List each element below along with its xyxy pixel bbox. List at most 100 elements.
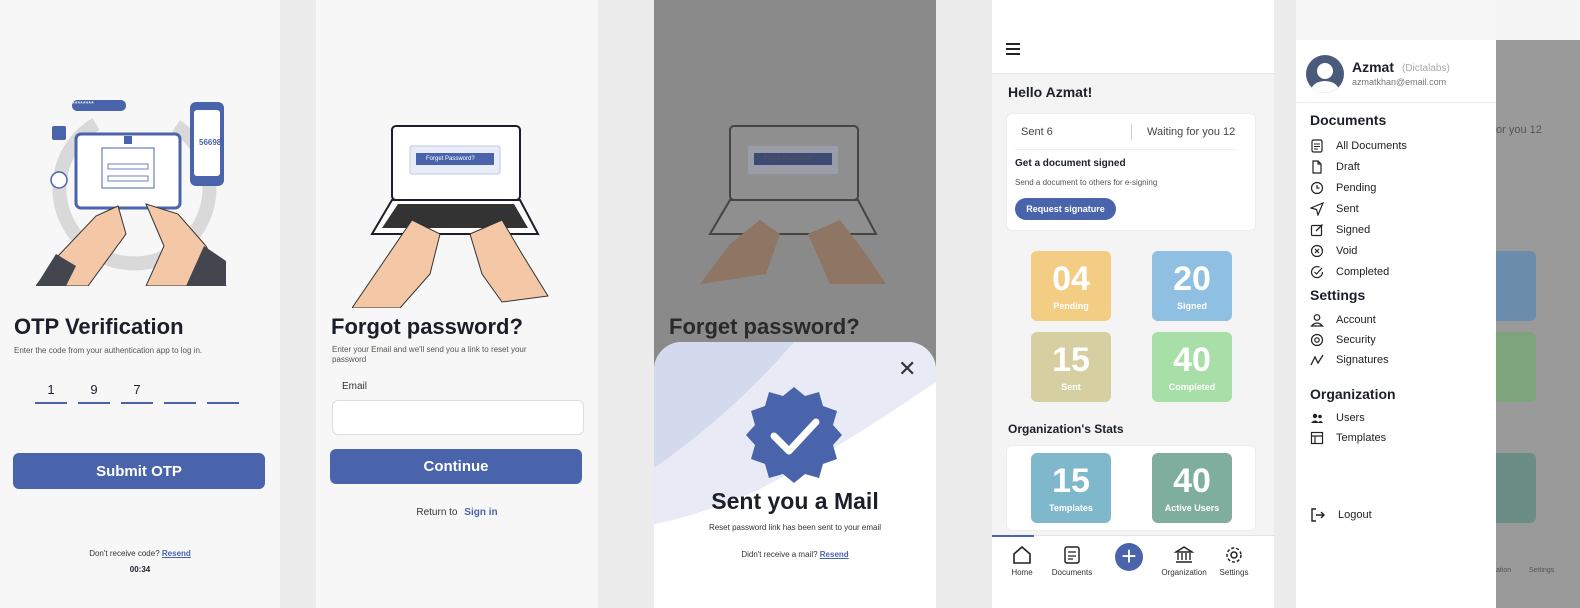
logout-label: Logout — [1338, 509, 1372, 521]
forgot-password-screen: Forget Password? Forgot password? Enter … — [316, 0, 598, 608]
nav-organization[interactable]: Organization — [1156, 545, 1212, 577]
resend-link[interactable]: Resend — [820, 550, 849, 559]
document-icon — [1064, 546, 1080, 564]
otp-digit-2[interactable]: 9 — [78, 380, 110, 404]
email-label: Email — [342, 381, 368, 392]
logout-button[interactable]: Logout — [1310, 507, 1372, 523]
user-org: (Dictalabs) — [1402, 63, 1450, 74]
stat-divider — [1131, 124, 1132, 140]
return-row: Return to Sign in — [316, 507, 598, 518]
drawer-item-users[interactable]: Users — [1310, 410, 1365, 426]
tile-label: Signed — [1176, 301, 1207, 311]
submit-otp-button[interactable]: Submit OTP — [13, 453, 265, 489]
card-title: Get a document signed — [1015, 158, 1126, 169]
drawer-item-draft[interactable]: Draft — [1310, 159, 1360, 175]
tile-label: Pending — [1053, 301, 1089, 311]
sent-count[interactable]: Sent 6 — [1021, 126, 1053, 138]
resend-link[interactable]: Resend — [162, 549, 191, 558]
drawer-item-sent[interactable]: Sent — [1310, 201, 1359, 217]
continue-button[interactable]: Continue — [330, 449, 582, 484]
nav-settings[interactable]: Settings — [1206, 545, 1262, 577]
otp-illustration — [36, 100, 227, 286]
laptop-illustration — [352, 125, 549, 308]
modal-message: Reset password link has been sent to you… — [708, 523, 882, 532]
drawer-item-all-documents[interactable]: All Documents — [1310, 138, 1407, 154]
tile-number: 15 — [1052, 341, 1090, 379]
request-signature-button[interactable]: Request signature — [1015, 198, 1116, 220]
drawer-item-label: Signatures — [1336, 354, 1389, 366]
modal-title: Sent you a Mail — [711, 488, 879, 514]
pending-tile[interactable]: 04 Pending — [1031, 251, 1111, 321]
drawer-item-completed[interactable]: Completed — [1310, 264, 1389, 280]
user-email: azmatkhan@email.com — [1352, 77, 1447, 87]
drawer-item-account[interactable]: Account — [1310, 312, 1376, 328]
section-organization: Organization — [1310, 386, 1396, 402]
drawer-item-label: Templates — [1336, 432, 1387, 444]
otp-digit-1[interactable]: 1 — [35, 380, 67, 404]
resend-prompt: Didn't receive a mail? — [741, 550, 818, 559]
phone-code: 56698 — [199, 138, 222, 147]
bg-tile — [1496, 332, 1536, 402]
drawer-item-void[interactable]: Void — [1310, 243, 1357, 259]
drawer-item-label: Users — [1336, 412, 1365, 424]
tile-number: 40 — [1173, 341, 1211, 379]
section-settings: Settings — [1310, 287, 1366, 303]
bg-tile — [1496, 453, 1536, 523]
drawer-item-signatures[interactable]: Signatures — [1310, 352, 1389, 368]
drawer-item-label: Security — [1336, 334, 1376, 346]
document-list-icon — [1311, 139, 1323, 153]
app-header — [992, 0, 1274, 74]
greeting: Hello Azmat! — [1008, 84, 1093, 100]
screen-forget-button-text: Forget Password? — [764, 156, 813, 162]
drawer-item-label: Sent — [1336, 203, 1359, 215]
drawer-item-security[interactable]: Security — [1310, 332, 1376, 348]
bg-nav-text: ation — [1496, 567, 1512, 574]
signin-link[interactable]: Sign in — [464, 507, 497, 518]
otp-screen: ******** 56698 OTP Verification Enter th… — [0, 0, 280, 608]
card-text: Send a document to others for e-signing — [1015, 178, 1158, 187]
waiting-count[interactable]: Waiting for you 12 — [1147, 126, 1235, 138]
tile-label: Templates — [1049, 503, 1093, 513]
org-stats-title: Organization's Stats — [1008, 422, 1124, 436]
page-subtitle: Enter your Email and we'll send you a li… — [332, 345, 527, 364]
template-icon — [1310, 431, 1324, 445]
active-users-tile[interactable]: 40 Active Users — [1152, 453, 1232, 523]
check-circle-icon — [1310, 266, 1324, 279]
avatar — [1306, 55, 1344, 93]
completed-tile[interactable]: 40 Completed — [1152, 332, 1232, 402]
drawer-item-pending[interactable]: Pending — [1310, 180, 1376, 196]
bg-tile — [1496, 251, 1536, 321]
nav-documents[interactable]: Documents — [1044, 545, 1100, 577]
drawer-item-signed[interactable]: Signed — [1310, 222, 1370, 238]
otp-digit-4[interactable] — [164, 380, 196, 404]
add-document-button[interactable]: + — [1115, 543, 1143, 571]
nav-label: Settings — [1219, 568, 1249, 577]
card-divider — [1015, 149, 1237, 150]
tile-label: Active Users — [1164, 503, 1220, 513]
page-title: OTP Verification — [14, 314, 184, 339]
profile-divider — [1296, 102, 1496, 103]
signed-tile[interactable]: 20 Signed — [1152, 251, 1232, 321]
tile-number: 04 — [1052, 260, 1090, 298]
drawer-item-label: Void — [1336, 245, 1358, 257]
nav-home[interactable]: Home — [994, 545, 1050, 577]
close-icon[interactable]: ✕ — [898, 356, 916, 382]
drawer-item-templates[interactable]: Templates — [1310, 430, 1386, 446]
resend-row: Don't receive code? Resend — [0, 549, 280, 558]
otp-digit-3[interactable]: 7 — [121, 380, 153, 404]
drawer-screen: or you 12 ation Settings Azmat (Dictalab… — [1296, 0, 1580, 608]
templates-tile[interactable]: 15 Templates — [1031, 453, 1111, 523]
dashboard-screen: Hello Azmat! Sent 6 Waiting for you 12 G… — [992, 0, 1274, 608]
user-icon — [1310, 314, 1324, 327]
laptop-illustration-dimmed — [700, 125, 886, 284]
email-field[interactable] — [332, 400, 584, 435]
hamburger-menu-icon[interactable] — [1006, 43, 1020, 55]
clock-icon — [1310, 181, 1324, 195]
sent-tile[interactable]: 15 Sent — [1031, 332, 1111, 402]
otp-digit-5[interactable] — [207, 380, 239, 404]
active-tab-indicator — [992, 535, 1034, 537]
signing-card: Sent 6 Waiting for you 12 Get a document… — [1006, 113, 1256, 231]
drawer-item-label: All Documents — [1336, 140, 1407, 152]
background-title: Forget password? — [669, 314, 860, 339]
edit-icon — [1310, 224, 1323, 237]
